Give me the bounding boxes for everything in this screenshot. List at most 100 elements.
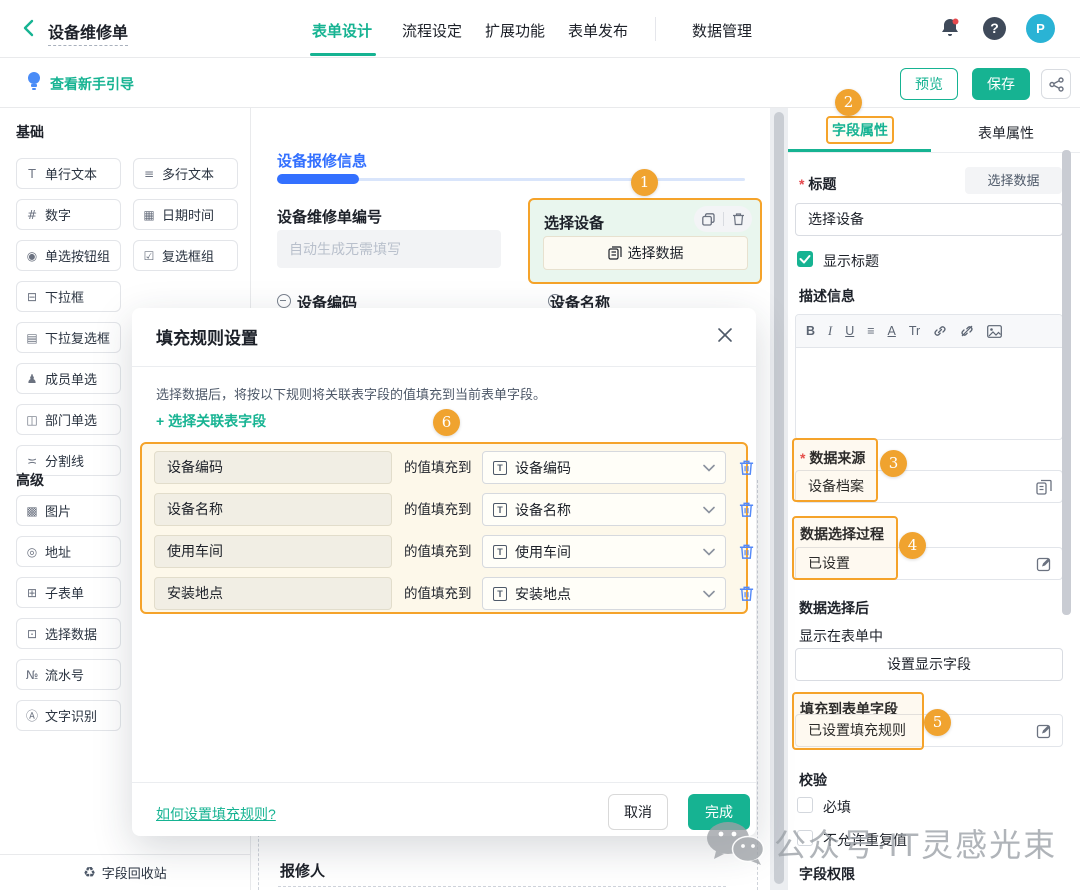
- align-icon[interactable]: ≡: [867, 324, 874, 338]
- text-field-type-icon: T: [493, 545, 507, 559]
- confirm-button[interactable]: 完成: [688, 794, 750, 830]
- fill-to-text: 的值填充到: [404, 493, 472, 526]
- tab-form-properties[interactable]: 表单属性: [978, 123, 1034, 143]
- notification-bell-icon[interactable]: [938, 16, 962, 40]
- cancel-button[interactable]: 取消: [608, 794, 668, 830]
- underline-icon[interactable]: U: [845, 324, 854, 338]
- link-icon[interactable]: [933, 324, 947, 338]
- add-related-field-link[interactable]: + 选择关联表字段: [156, 411, 266, 431]
- share-button[interactable]: [1041, 69, 1071, 99]
- preview-button[interactable]: 预览: [900, 68, 958, 100]
- field-type-label: 文字识别: [45, 706, 97, 725]
- fill-rule-row: 设备编码 的值填充到 T 设备编码: [142, 451, 746, 484]
- help-icon[interactable]: ?: [983, 17, 1006, 40]
- selected-device-field-card[interactable]: 选择设备 选择数据: [528, 198, 762, 284]
- field-type-label: 图片: [45, 501, 71, 520]
- delete-rule-icon[interactable]: [738, 459, 755, 476]
- tab-flow-settings[interactable]: 流程设定: [402, 20, 462, 41]
- font-size-icon[interactable]: Tr: [909, 324, 920, 338]
- field-type-item[interactable]: ▩ 图片: [16, 495, 121, 526]
- annotation-badge-4: 4: [899, 532, 926, 559]
- show-title-checkbox[interactable]: [797, 251, 813, 267]
- field-type-item[interactable]: ⊡ 选择数据: [16, 618, 121, 649]
- field-type-item[interactable]: # 数字: [16, 199, 121, 230]
- form-select-icon[interactable]: [1036, 479, 1052, 495]
- set-display-fields-button[interactable]: 设置显示字段: [795, 648, 1063, 681]
- field-type-label: 成员单选: [45, 369, 97, 388]
- field-type-item[interactable]: T 单行文本: [16, 158, 121, 189]
- required-checkbox[interactable]: [797, 797, 813, 813]
- newbie-guide-link[interactable]: 查看新手引导: [50, 74, 134, 94]
- share-icon: [1049, 77, 1064, 92]
- select-data-button[interactable]: 选择数据: [543, 236, 748, 270]
- target-field-select[interactable]: T 使用车间: [482, 535, 726, 568]
- tab-data-management[interactable]: 数据管理: [692, 20, 752, 41]
- target-field-select[interactable]: T 设备编码: [482, 451, 726, 484]
- bold-icon[interactable]: B: [806, 324, 815, 338]
- field-type-item[interactable]: ♟ 成员单选: [16, 363, 121, 394]
- delete-rule-icon[interactable]: [738, 585, 755, 602]
- italic-icon[interactable]: I: [828, 324, 832, 339]
- canvas-scrollbar[interactable]: [770, 108, 788, 890]
- tab-form-publish[interactable]: 表单发布: [568, 20, 628, 41]
- field-type-icon: ☑: [142, 249, 156, 263]
- field-type-item[interactable]: ▦ 日期时间: [133, 199, 238, 230]
- back-icon[interactable]: [18, 17, 40, 39]
- title-input[interactable]: 选择设备: [795, 203, 1063, 236]
- recycle-icon: ♻: [83, 865, 96, 881]
- target-field-select[interactable]: T 安装地点: [482, 577, 726, 610]
- field-type-icon: ⊡: [25, 627, 39, 641]
- order-number-label: 设备维修单编号: [277, 206, 382, 227]
- field-type-item[interactable]: ≡ 多行文本: [133, 158, 238, 189]
- field-type-item[interactable]: № 流水号: [16, 659, 121, 690]
- tab-field-properties[interactable]: 字段属性: [826, 116, 894, 144]
- field-type-item[interactable]: ☑ 复选框组: [133, 240, 238, 271]
- field-type-label: 下拉复选框: [45, 328, 110, 347]
- field-type-item[interactable]: ◎ 地址: [16, 536, 121, 567]
- delete-rule-icon[interactable]: [738, 543, 755, 560]
- field-type-item[interactable]: ◫ 部门单选: [16, 404, 121, 435]
- page-title: 设备维修单: [48, 19, 128, 46]
- order-number-input[interactable]: 自动生成无需填写: [277, 230, 501, 268]
- field-type-item[interactable]: ▤ 下拉复选框: [16, 322, 121, 353]
- scrollbar-thumb[interactable]: [774, 112, 784, 884]
- form-section-title[interactable]: 设备报修信息: [277, 150, 367, 171]
- validation-label: 校验: [799, 770, 827, 790]
- field-type-item[interactable]: ⊟ 下拉框: [16, 281, 121, 312]
- source-field-input[interactable]: 设备名称: [154, 493, 392, 526]
- fill-rule-row: 使用车间 的值填充到 T 使用车间: [142, 535, 746, 568]
- field-type-item[interactable]: ◉ 单选按钮组: [16, 240, 121, 271]
- copy-icon[interactable]: [702, 213, 715, 226]
- image-icon[interactable]: [987, 325, 1002, 338]
- tab-form-design[interactable]: 表单设计: [312, 20, 372, 41]
- delete-rule-icon[interactable]: [738, 501, 755, 518]
- fill-to-text: 的值填充到: [404, 577, 472, 610]
- choose-data-button[interactable]: 选择数据: [965, 167, 1062, 194]
- close-icon[interactable]: [716, 326, 734, 344]
- unlink-icon[interactable]: [960, 324, 974, 338]
- no-duplicate-checkbox[interactable]: [797, 830, 813, 846]
- data-source-highlight-box: [792, 438, 878, 502]
- source-field-input[interactable]: 使用车间: [154, 535, 392, 568]
- description-editor[interactable]: B I U ≡ A Tr: [795, 314, 1063, 440]
- save-button[interactable]: 保存: [972, 68, 1030, 100]
- target-field-select[interactable]: T 设备名称: [482, 493, 726, 526]
- show-title-label: 显示标题: [823, 251, 879, 271]
- source-field-input[interactable]: 设备编码: [154, 451, 392, 484]
- edit-icon[interactable]: [1036, 723, 1052, 739]
- delete-field-icon[interactable]: [732, 212, 745, 226]
- field-type-item[interactable]: Ⓐ 文字识别: [16, 700, 121, 731]
- field-type-label: 多行文本: [162, 164, 214, 183]
- panel-scrollbar-thumb[interactable]: [1062, 150, 1071, 615]
- help-link[interactable]: 如何设置填充规则?: [156, 804, 276, 824]
- field-recycle-bin[interactable]: ♻ 字段回收站: [0, 854, 250, 890]
- field-type-icon: ≍: [25, 454, 39, 468]
- source-field-input[interactable]: 安装地点: [154, 577, 392, 610]
- font-color-icon[interactable]: A: [888, 324, 896, 338]
- bulb-icon: [26, 70, 42, 92]
- user-avatar[interactable]: P: [1026, 14, 1055, 43]
- tab-extensions[interactable]: 扩展功能: [485, 20, 545, 41]
- field-type-item[interactable]: ⊞ 子表单: [16, 577, 121, 608]
- properties-panel: 字段属性 表单属性 标题 选择数据 选择设备 显示标题 描述信息 B I U ≡…: [788, 108, 1080, 890]
- edit-icon[interactable]: [1036, 556, 1052, 572]
